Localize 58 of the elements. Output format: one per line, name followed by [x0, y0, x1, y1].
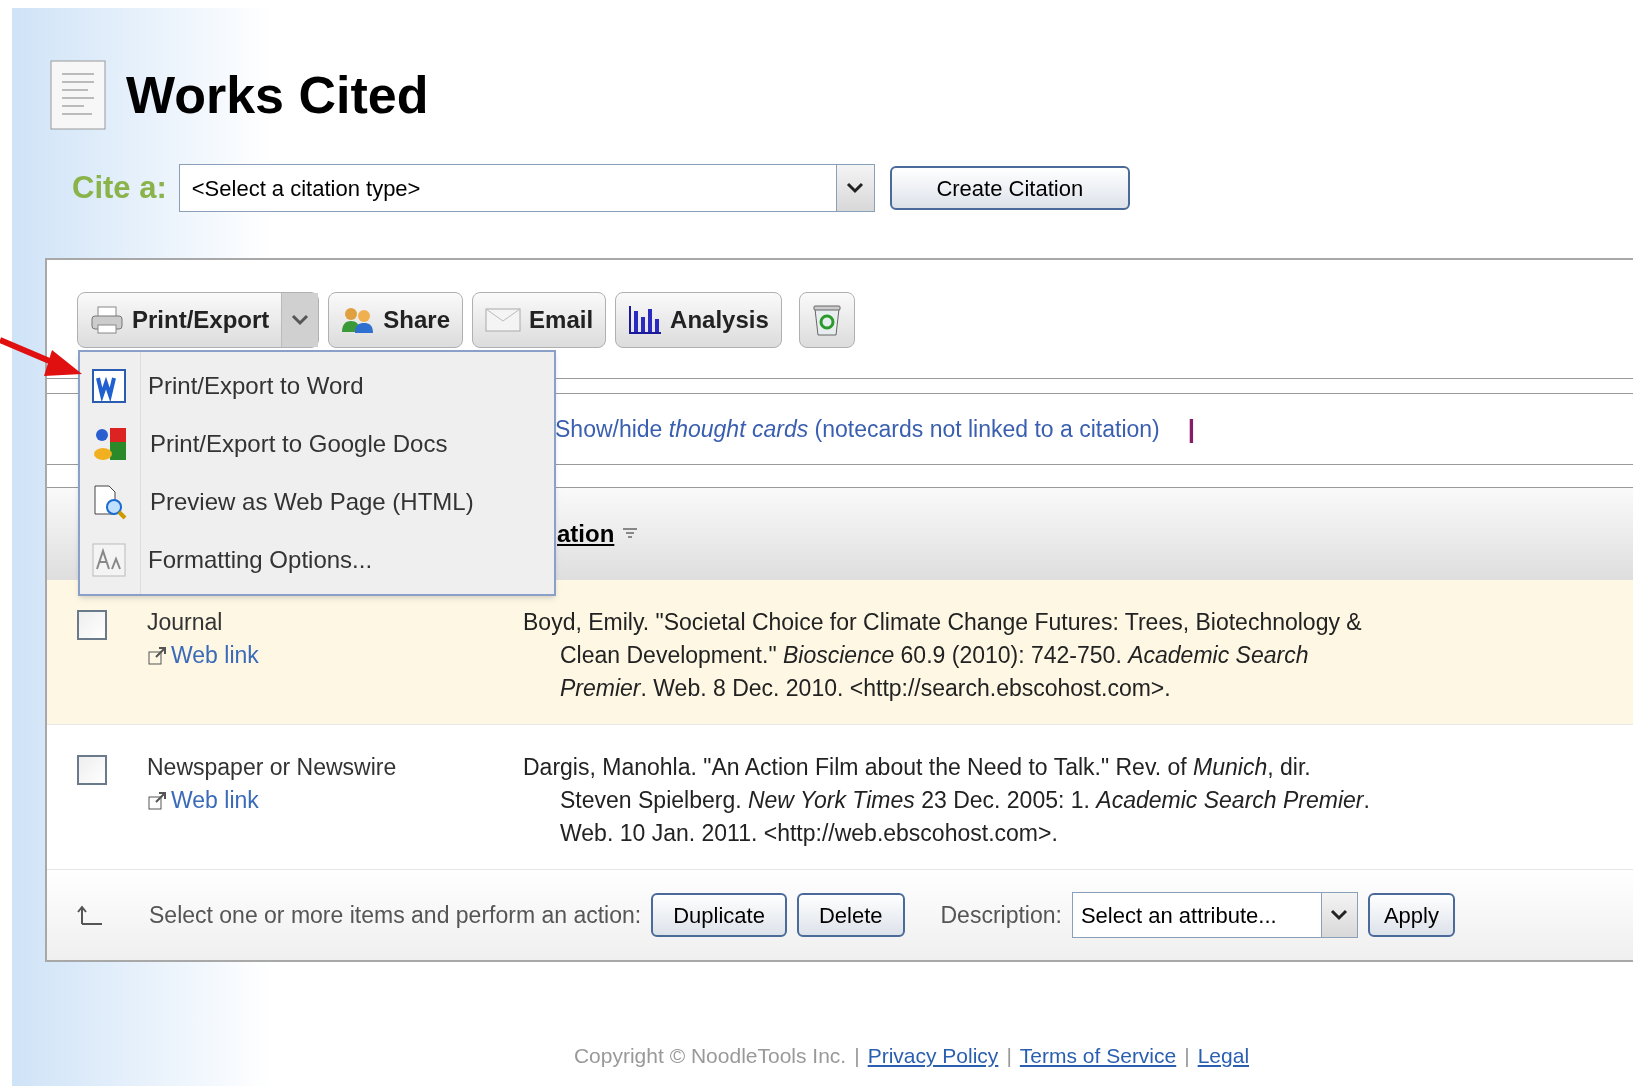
- citation-line: Boyd, Emily. "Societal Choice for Climate Change Futures: Trees, Biotechnology &: [523, 608, 1362, 637]
- footer-link[interactable]: Legal: [1197, 1040, 1250, 1072]
- people-icon: [341, 306, 376, 334]
- chevron-down-icon: [290, 313, 311, 327]
- apply-button[interactable]: Apply: [1367, 893, 1455, 937]
- corner-arrow-icon: [77, 904, 103, 926]
- web-link[interactable]: Web link: [147, 639, 523, 672]
- description-label: Description:: [940, 900, 1062, 930]
- menu-item[interactable]: Formatting Options...: [80, 531, 554, 589]
- google-icon: [92, 426, 128, 462]
- citation-column-header[interactable]: ation: [557, 516, 615, 552]
- action-hint: Select one or more items and perform an action:: [149, 900, 642, 930]
- separator: |: [854, 1043, 860, 1069]
- printer-icon: [90, 305, 124, 335]
- separator: |: [1006, 1043, 1012, 1069]
- copyright-text: Copyright © NoodleTools Inc.: [573, 1043, 847, 1069]
- action-button[interactable]: Duplicate: [651, 893, 787, 937]
- thought-cards-link[interactable]: Show/hide thought cards: [555, 415, 809, 442]
- page-title: Works Cited: [126, 69, 429, 121]
- external-link-icon: [147, 790, 167, 811]
- citation-line: Clean Development." Bioscience 60.9 (2010): 742-750. Academic Search: [559, 641, 1310, 670]
- delete-button[interactable]: [798, 292, 855, 348]
- toolbar-button[interactable]: Share: [328, 292, 464, 348]
- action-button[interactable]: Delete: [796, 893, 905, 937]
- separator: |: [1187, 412, 1196, 446]
- row-checkbox[interactable]: [77, 755, 107, 785]
- print-export-button[interactable]: Print/Export: [77, 292, 320, 348]
- thought-cards-note: (notecards not linked to a citation): [814, 415, 1160, 442]
- cite-label: Cite a:: [72, 168, 167, 207]
- citation-line: Steven Spielberg. New York Times 23 Dec. 2005: 1. Academic Search Premier.: [559, 786, 1370, 815]
- source-type: Newspaper or Newswire: [147, 753, 398, 782]
- bar-chart-icon: [628, 305, 663, 335]
- toolbar-button[interactable]: Analysis: [615, 292, 782, 348]
- menu-item[interactable]: Print/Export to Word: [80, 357, 554, 415]
- word-document-icon: [92, 369, 126, 403]
- citation-line: Premier. Web. 8 Dec. 2010. <http://search.ebscohost.com>.: [559, 674, 1172, 703]
- citation-type-select[interactable]: <Select a citation type>: [178, 164, 875, 212]
- sort-icon: [622, 527, 639, 541]
- toolbar-button[interactable]: Email: [472, 292, 607, 348]
- source-type: Journal: [147, 608, 224, 637]
- text-format-icon: [92, 543, 126, 577]
- citation-line: Web. 10 Jan. 2011. <http://web.ebscohost.com>.: [559, 819, 1059, 848]
- chevron-down-icon: [845, 181, 866, 195]
- external-link-icon: [147, 645, 167, 666]
- recycle-bin-icon: [811, 303, 842, 337]
- page-magnifier-icon: [92, 484, 128, 520]
- create-citation-button[interactable]: Create Citation: [889, 166, 1130, 210]
- citation-line: Dargis, Manohla. "An Action Film about the Need to Talk." Rev. of Munich, dir.: [523, 753, 1312, 782]
- separator: |: [1184, 1043, 1190, 1069]
- envelope-icon: [485, 307, 522, 333]
- menu-item[interactable]: Print/Export to Google Docs: [80, 415, 554, 473]
- footer-link[interactable]: Privacy Policy: [867, 1040, 999, 1072]
- web-link[interactable]: Web link: [147, 784, 523, 817]
- chevron-down-icon: [1329, 908, 1350, 922]
- row-checkbox[interactable]: [77, 610, 107, 640]
- menu-item[interactable]: Preview as Web Page (HTML): [80, 473, 554, 531]
- attribute-select[interactable]: Select an attribute...: [1071, 892, 1358, 938]
- footer-link[interactable]: Terms of Service: [1019, 1040, 1177, 1072]
